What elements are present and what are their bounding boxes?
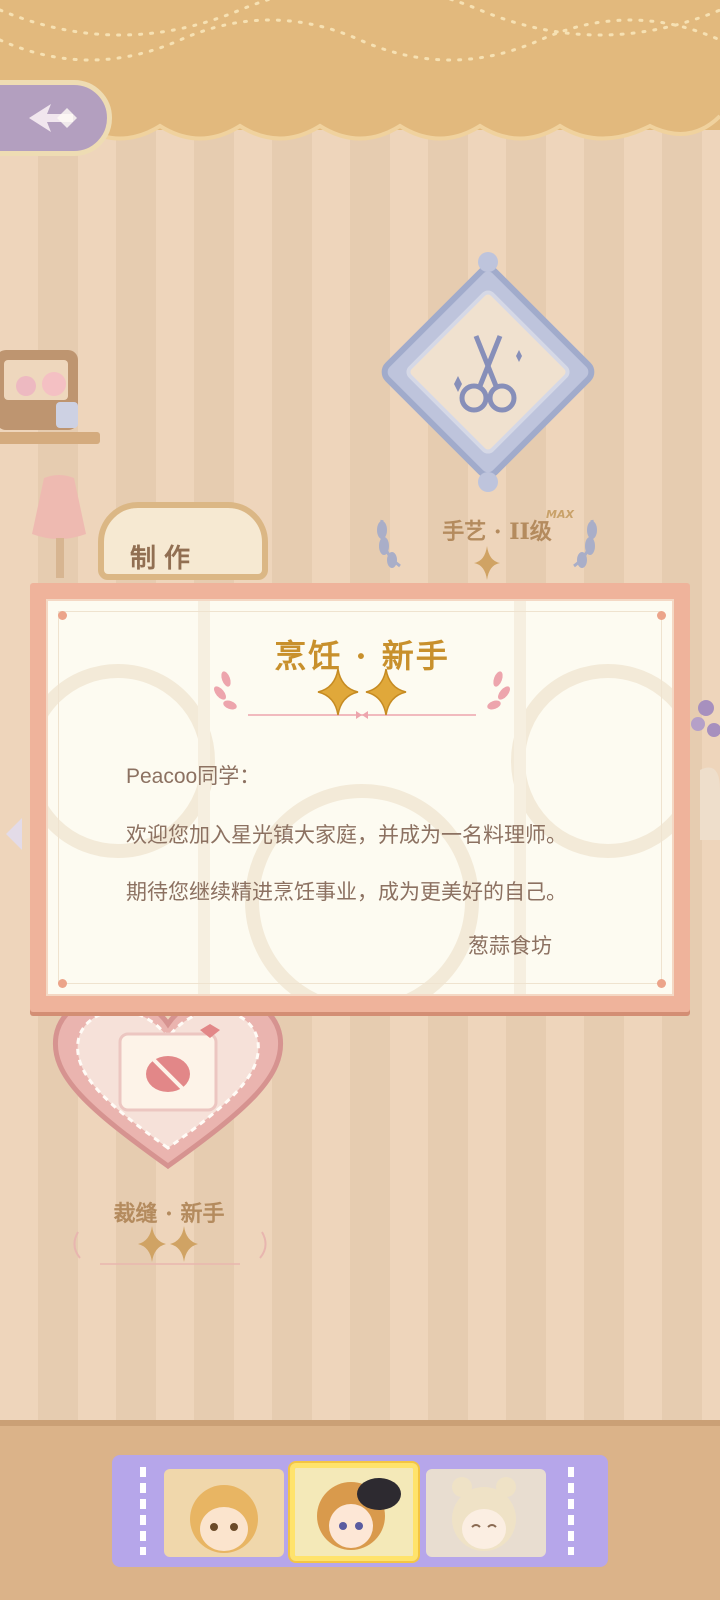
corner-dot: [657, 611, 666, 620]
letter-greeting: Peacoo同学：: [126, 765, 261, 788]
letter-paper: 烹饪 · 新手 Peacoo同学： 欢迎您加入星光镇大家庭，并成为一名料理师。 …: [46, 599, 674, 996]
character-portrait: [426, 1469, 546, 1557]
character-portrait: [295, 1468, 413, 1556]
letter-signature: 葱蒜食坊: [468, 935, 552, 958]
corner-dot: [58, 979, 67, 988]
corner-dot: [58, 611, 67, 620]
letter-line: 期待您继续精进烹饪事业，成为更美好的自己。: [126, 881, 567, 904]
skill-letter-modal: 烹饪 · 新手 Peacoo同学： 欢迎您加入星光镇大家庭，并成为一名料理师。 …: [30, 583, 690, 1012]
bar-stripe: [568, 1467, 574, 1555]
character-blonde-girl[interactable]: [164, 1469, 284, 1557]
bar-stripe: [140, 1467, 146, 1555]
corner-dot: [657, 979, 666, 988]
character-beret-girl[interactable]: [290, 1463, 418, 1561]
letter-line: 欢迎您加入星光镇大家庭，并成为一名料理师。: [126, 824, 567, 847]
two-gold-stars-icon: [317, 668, 407, 716]
character-portrait: [164, 1469, 284, 1557]
character-bear-ears-girl[interactable]: [426, 1469, 546, 1557]
character-selector-bar: [112, 1455, 608, 1567]
